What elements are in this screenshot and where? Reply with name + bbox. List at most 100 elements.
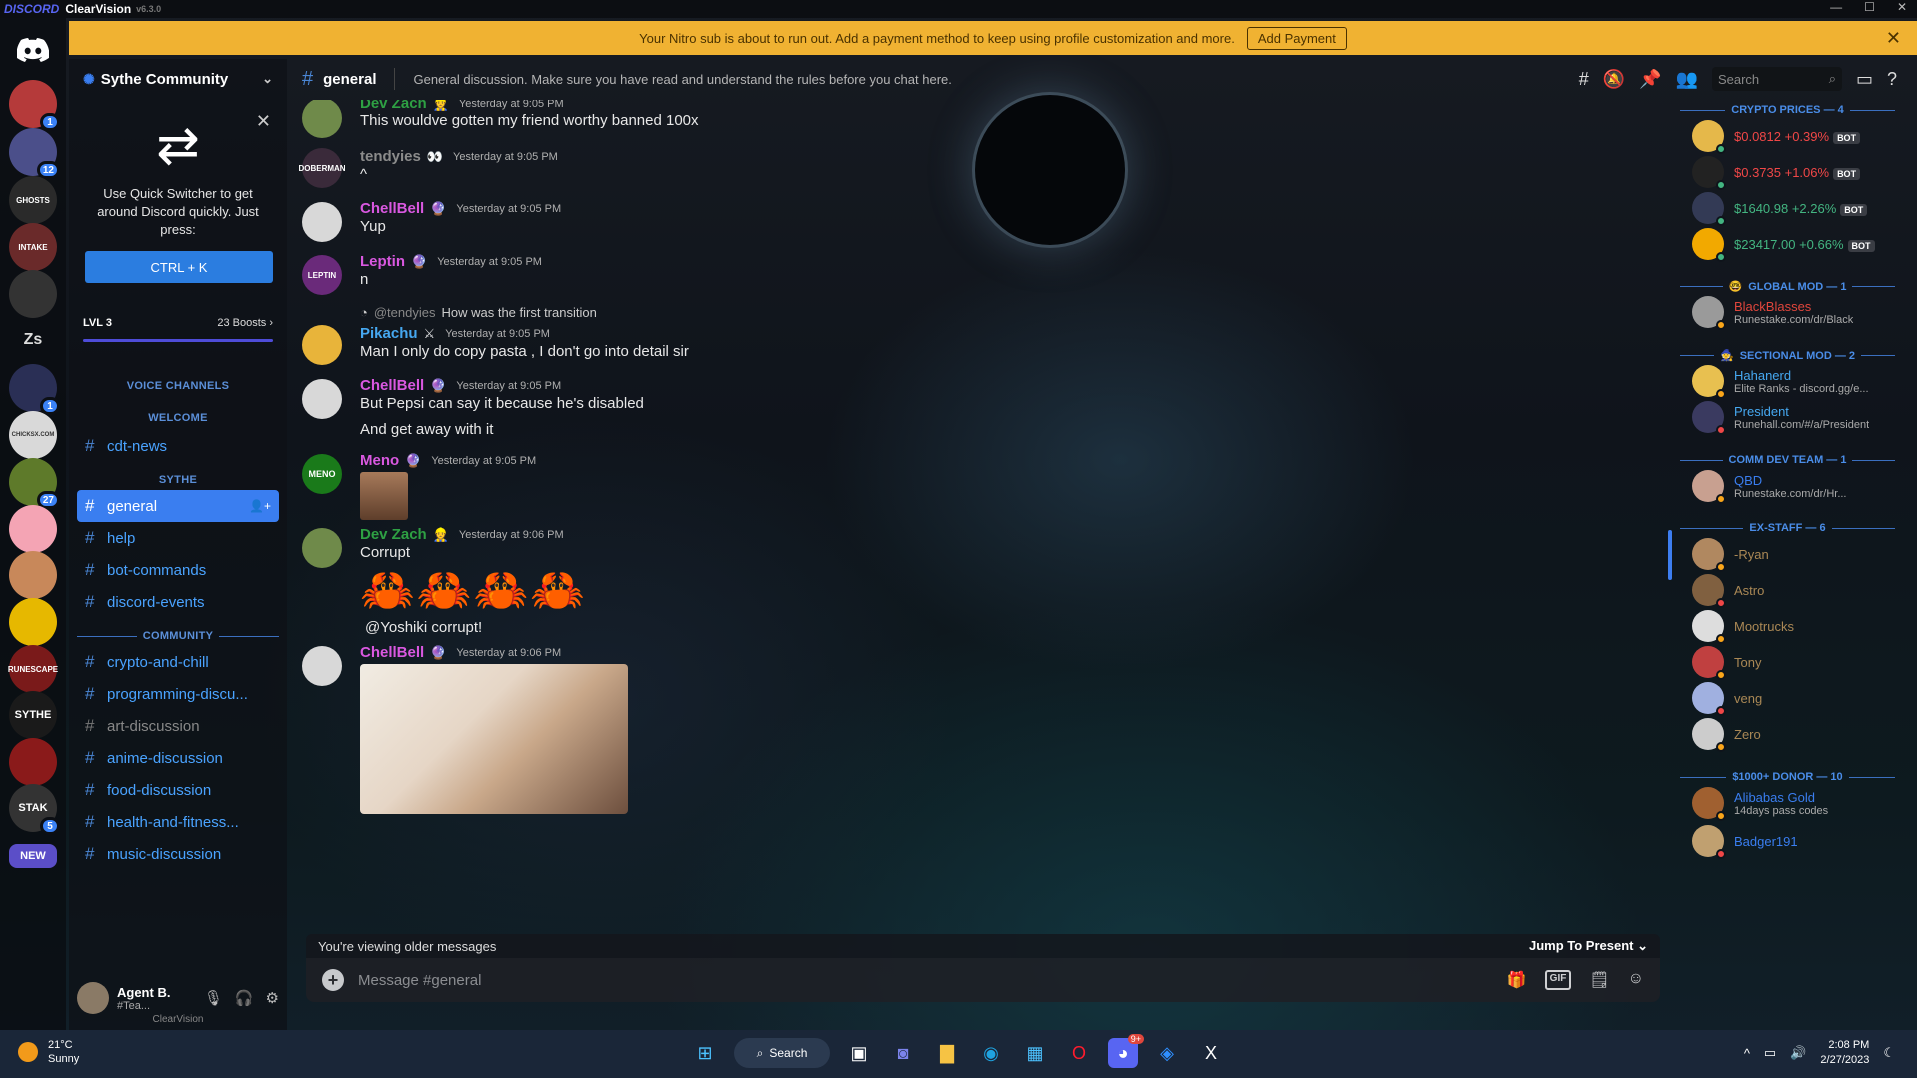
author-name[interactable]: ChellBell <box>360 377 424 394</box>
channel-art-discussion[interactable]: # art-discussion <box>77 710 279 742</box>
author-avatar[interactable] <box>302 100 342 138</box>
member-item[interactable]: QBD Runestake.com/dr/Hr... <box>1692 466 1907 506</box>
volume-icon[interactable]: 🔊 <box>1790 1045 1806 1061</box>
jump-to-present-button[interactable]: Jump To Present ⌄ <box>1529 938 1648 954</box>
taskbar-search[interactable]: ⌕ Search <box>734 1038 830 1068</box>
author-name[interactable]: tendyies <box>360 148 421 165</box>
gif-button[interactable]: GIF <box>1544 970 1572 990</box>
boost-progress[interactable]: LVL 3 23 Boosts › <box>83 317 273 329</box>
reply-preview[interactable]: ◔ @tendyies How was the first transition <box>360 305 597 320</box>
server-icon[interactable]: RUNESCAPE <box>8 645 58 693</box>
app-icon[interactable]: X <box>1196 1038 1226 1068</box>
author-name[interactable]: Pikachu <box>360 325 418 342</box>
channel-programming-discu[interactable]: # programming-discu... <box>77 678 279 710</box>
microphone-icon[interactable]: 🎙 <box>204 989 223 1007</box>
member-item[interactable]: Hahanerd Elite Ranks - discord.gg/e... <box>1692 361 1907 401</box>
server-icon[interactable]: 1 <box>9 364 60 415</box>
server-header[interactable]: ✺ Sythe Community ⌄ <box>69 59 287 99</box>
channel-bot-commands[interactable]: # bot-commands <box>77 554 279 586</box>
author-name[interactable]: ChellBell <box>360 200 424 217</box>
channel-crypto-and-chill[interactable]: # crypto-and-chill <box>77 646 279 678</box>
author-avatar[interactable] <box>302 528 342 568</box>
server-icon[interactable] <box>9 505 57 553</box>
server-icon[interactable]: GHOSTS <box>9 176 57 224</box>
close-window-icon[interactable]: ✕ <box>1897 0 1907 14</box>
author-avatar[interactable] <box>302 379 342 419</box>
threads-icon[interactable]: # <box>1579 69 1589 90</box>
server-icon[interactable]: Zs <box>9 316 57 364</box>
server-icon[interactable] <box>9 738 57 786</box>
clock[interactable]: 2:08 PM 2/27/2023 <box>1820 1038 1869 1068</box>
author-avatar[interactable]: DOBERMAN <box>298 148 346 188</box>
author-name[interactable]: Leptin <box>360 253 405 270</box>
discord-home-button[interactable] <box>9 26 57 74</box>
author-name[interactable]: ChellBell <box>360 644 424 661</box>
channel-discord-events[interactable]: # discord-events <box>77 586 279 618</box>
author-avatar[interactable] <box>302 325 342 365</box>
category-welcome[interactable]: WELCOME <box>69 412 287 424</box>
tray-expand-icon[interactable]: ^ <box>1744 1046 1750 1061</box>
author-avatar[interactable]: LEPTIN <box>302 255 342 295</box>
gif-attachment[interactable] <box>360 472 408 520</box>
author-name[interactable]: Dev Zach <box>360 526 427 543</box>
notifications-moon-icon[interactable]: ☾ <box>1883 1045 1895 1061</box>
maximize-icon[interactable]: ☐ <box>1864 0 1875 14</box>
file-explorer-icon[interactable]: ▇ <box>932 1038 962 1068</box>
category-community[interactable]: COMMUNITY <box>69 630 287 642</box>
banner-close-icon[interactable]: ✕ <box>1886 28 1901 49</box>
channel-food-discussion[interactable]: # food-discussion <box>77 774 279 806</box>
emoji-icon[interactable]: ☺ <box>1628 970 1644 990</box>
category-voice[interactable]: VOICE CHANNELS <box>69 380 287 392</box>
chat-scrollbar[interactable] <box>1668 530 1672 580</box>
gift-icon[interactable]: 🎁 <box>1507 970 1527 990</box>
edge-browser-icon[interactable]: ◉ <box>976 1038 1006 1068</box>
user-avatar[interactable] <box>77 982 109 1014</box>
author-avatar[interactable]: MENO <box>302 454 342 494</box>
teams-chat-icon[interactable]: ◙ <box>888 1038 918 1068</box>
add-payment-button[interactable]: Add Payment <box>1246 26 1347 50</box>
member-item[interactable]: President Runehall.com/#/a/President <box>1692 397 1907 437</box>
tip-close-icon[interactable]: ✕ <box>256 111 271 132</box>
server-icon[interactable]: STAK 5 <box>9 784 60 835</box>
server-icon[interactable]: SYTHE <box>9 691 57 739</box>
headphones-icon[interactable]: 🎧 <box>235 989 254 1007</box>
opera-browser-icon[interactable]: O <box>1064 1038 1094 1068</box>
app-icon[interactable]: ◈ <box>1152 1038 1182 1068</box>
image-attachment[interactable] <box>360 664 628 814</box>
server-icon[interactable]: NEW <box>9 844 57 868</box>
author-avatar[interactable] <box>302 202 342 242</box>
server-icon[interactable]: CHICKSX.COM <box>9 411 57 459</box>
channel-general[interactable]: # general 👤+ <box>77 490 279 522</box>
server-icon[interactable]: 27 <box>9 458 60 509</box>
help-icon[interactable]: ? <box>1887 69 1897 90</box>
sticker-icon[interactable]: 🗒 <box>1589 970 1609 990</box>
member-item[interactable]: $1640.98 +2.26% BOT <box>1692 188 1907 228</box>
member-list-icon[interactable]: 👥 <box>1676 69 1698 90</box>
server-icon[interactable] <box>9 551 57 599</box>
server-icon[interactable]: 12 <box>9 128 60 179</box>
channel-topic[interactable]: General discussion. Make sure you have r… <box>413 72 951 87</box>
task-view-icon[interactable]: ▣ <box>844 1038 874 1068</box>
inbox-icon[interactable]: ▭ <box>1856 69 1873 90</box>
weather-widget[interactable]: 21°C Sunny <box>18 1038 79 1066</box>
member-item[interactable]: Zero <box>1692 714 1907 754</box>
category-sythe[interactable]: SYTHE <box>69 474 287 486</box>
chevron-down-icon[interactable]: ⌄ <box>262 71 273 87</box>
server-icon[interactable] <box>9 270 57 318</box>
channel-cdt-news[interactable]: # cdt-news <box>77 430 279 462</box>
member-item[interactable]: Astro <box>1692 570 1907 610</box>
start-windows-icon[interactable]: ⊞ <box>690 1038 720 1068</box>
attach-plus-icon[interactable]: + <box>322 969 344 991</box>
invite-member-icon[interactable]: 👤+ <box>249 499 271 513</box>
notification-bell-muted-icon[interactable]: 🔕 <box>1603 69 1625 90</box>
discord-taskbar-icon[interactable]: ◕ 9+ <box>1108 1034 1144 1068</box>
channel-help[interactable]: # help <box>77 522 279 554</box>
minimize-icon[interactable]: — <box>1830 0 1842 14</box>
server-icon[interactable] <box>9 598 57 646</box>
member-item[interactable]: Alibabas Gold 14days pass codes <box>1692 783 1907 823</box>
member-item[interactable]: veng <box>1692 678 1907 718</box>
server-icon[interactable]: INTAKE <box>9 223 57 271</box>
search-input[interactable]: Search ⌕ <box>1711 67 1842 91</box>
member-item[interactable]: $0.0812 +0.39% BOT <box>1692 116 1907 156</box>
author-name[interactable]: Dev Zach <box>360 100 427 112</box>
